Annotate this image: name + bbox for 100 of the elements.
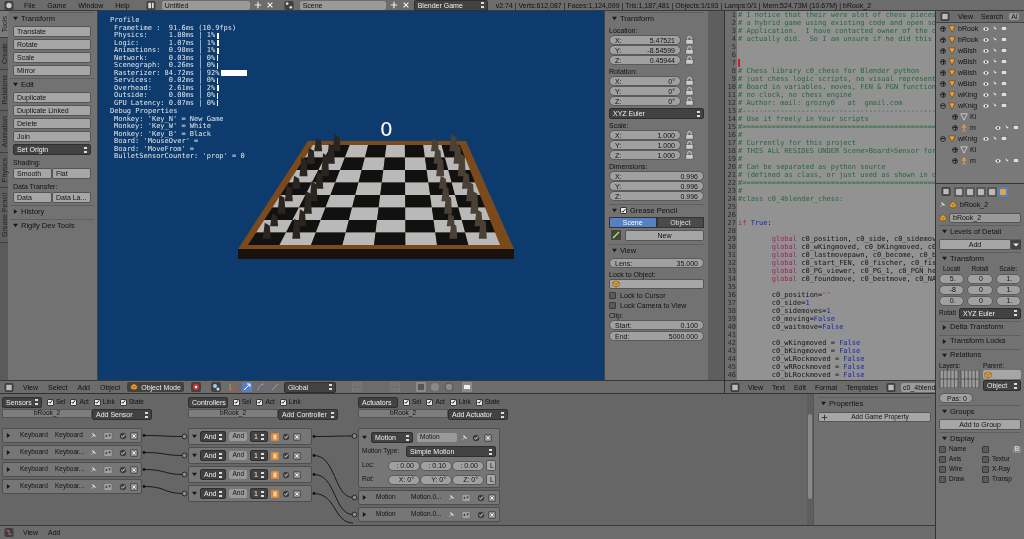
layers-tab-icon[interactable] <box>965 186 975 197</box>
expand-toggle[interactable] <box>952 124 958 131</box>
scene-tab-icon[interactable] <box>976 186 986 197</box>
layer-grid-icon[interactable] <box>960 370 980 388</box>
padlock-icon[interactable] <box>685 55 694 65</box>
disclosure-triangle-icon[interactable] <box>13 16 18 21</box>
eye-icon[interactable] <box>994 124 1002 131</box>
expand-toggle[interactable] <box>940 135 946 142</box>
pin-icon[interactable] <box>461 434 468 441</box>
checkbox[interactable] <box>256 398 264 406</box>
pencil-icon[interactable] <box>609 230 623 240</box>
checkmark-icon[interactable] <box>119 465 127 474</box>
expand-toggle[interactable] <box>952 157 958 164</box>
disclosure-triangle-icon[interactable] <box>942 409 947 414</box>
eye-icon[interactable] <box>982 91 990 98</box>
expand-toggle[interactable] <box>940 25 946 32</box>
checkmark-icon[interactable] <box>119 482 127 491</box>
expand-toggle[interactable] <box>940 102 946 109</box>
disclosure-triangle-icon[interactable] <box>942 324 947 330</box>
padlock-icon[interactable] <box>685 150 694 160</box>
checkbox[interactable] <box>609 302 616 309</box>
disclosure-triangle-icon[interactable] <box>192 453 197 458</box>
padlock-icon[interactable] <box>685 96 694 106</box>
checkmark-icon[interactable] <box>477 493 485 502</box>
disclosure-triangle-icon[interactable] <box>821 401 826 406</box>
move-arrows-icon[interactable] <box>100 448 116 457</box>
close-icon[interactable] <box>292 470 301 479</box>
editor-type-icon[interactable] <box>2 382 16 392</box>
disclosure-triangle-icon[interactable] <box>192 434 197 439</box>
padlock-icon[interactable] <box>685 76 694 86</box>
eye-icon[interactable] <box>982 80 990 87</box>
cube-icon[interactable] <box>984 370 992 379</box>
add-icon[interactable] <box>821 413 828 421</box>
close-icon[interactable] <box>488 510 496 519</box>
cube-icon[interactable] <box>612 280 620 288</box>
checkbox[interactable] <box>70 398 78 406</box>
expand-toggle[interactable] <box>940 91 946 98</box>
checkbox[interactable] <box>982 476 989 483</box>
editor-type-icon[interactable] <box>939 187 953 196</box>
checkbox[interactable] <box>119 398 127 406</box>
checkbox[interactable] <box>449 398 457 406</box>
checkbox[interactable] <box>939 466 946 473</box>
checkbox[interactable] <box>939 476 946 483</box>
expand-toggle[interactable] <box>940 47 946 54</box>
disclosure-triangle-icon[interactable] <box>192 472 197 477</box>
object-tab-icon[interactable] <box>998 186 1008 197</box>
close-icon[interactable] <box>130 431 138 440</box>
padlock-icon[interactable] <box>685 45 694 55</box>
eye-icon[interactable] <box>982 102 990 109</box>
disclosure-triangle-icon[interactable] <box>13 223 18 228</box>
cube-icon[interactable] <box>949 200 957 209</box>
expand-toggle[interactable] <box>952 113 958 120</box>
checkbox[interactable] <box>620 207 627 214</box>
camera-icon[interactable] <box>1012 157 1020 164</box>
padlock-icon[interactable] <box>685 86 694 96</box>
eye-icon[interactable] <box>982 36 990 43</box>
disclosure-triangle-icon[interactable] <box>612 248 617 253</box>
info-icon[interactable] <box>2 0 16 10</box>
disclosure-triangle-icon[interactable] <box>362 512 367 517</box>
checkmark-icon[interactable] <box>472 433 480 442</box>
padlock-icon[interactable] <box>685 140 694 150</box>
pin-icon[interactable] <box>448 511 455 518</box>
move-arrows-icon[interactable] <box>100 465 116 474</box>
checkbox[interactable] <box>93 398 101 406</box>
checkmark-icon[interactable] <box>281 470 290 479</box>
disclosure-triangle-icon[interactable] <box>6 484 11 489</box>
checkbox[interactable] <box>475 398 483 406</box>
checkmark-icon[interactable] <box>281 432 290 441</box>
checkmark-icon[interactable] <box>477 510 485 519</box>
eye-icon[interactable] <box>982 25 990 32</box>
close-icon[interactable] <box>292 432 301 441</box>
checkbox[interactable] <box>609 292 616 299</box>
close-icon[interactable] <box>130 482 138 491</box>
editor-type-icon[interactable] <box>938 12 952 21</box>
mode-cube-icon[interactable] <box>130 383 139 391</box>
scrollbar-thumb[interactable] <box>808 414 812 499</box>
disclosure-triangle-icon[interactable] <box>942 229 947 234</box>
disclosure-triangle-icon[interactable] <box>362 435 367 440</box>
eye-icon[interactable] <box>982 69 990 76</box>
move-arrows-icon[interactable] <box>458 493 474 502</box>
eye-icon[interactable] <box>982 47 990 54</box>
eye-icon[interactable] <box>982 135 990 142</box>
disclosure-triangle-icon[interactable] <box>612 208 617 213</box>
close-icon[interactable] <box>292 451 301 460</box>
close-icon[interactable] <box>484 433 492 442</box>
disclosure-triangle-icon[interactable] <box>942 256 947 261</box>
object-field[interactable] <box>609 279 704 289</box>
checkbox[interactable] <box>982 466 989 473</box>
expand-toggle[interactable] <box>940 58 946 65</box>
disclosure-triangle-icon[interactable] <box>942 338 947 344</box>
checkmark-icon[interactable] <box>281 451 290 460</box>
checkbox[interactable] <box>47 398 54 406</box>
close-icon[interactable] <box>130 448 138 457</box>
checkmark-icon[interactable] <box>281 489 290 498</box>
expand-toggle[interactable] <box>940 69 946 76</box>
translate-arrow-icon[interactable] <box>241 382 252 392</box>
checkbox[interactable] <box>233 398 240 406</box>
pin-icon[interactable] <box>939 201 946 208</box>
world-tab-icon[interactable] <box>987 186 997 197</box>
close-icon[interactable] <box>292 489 301 498</box>
